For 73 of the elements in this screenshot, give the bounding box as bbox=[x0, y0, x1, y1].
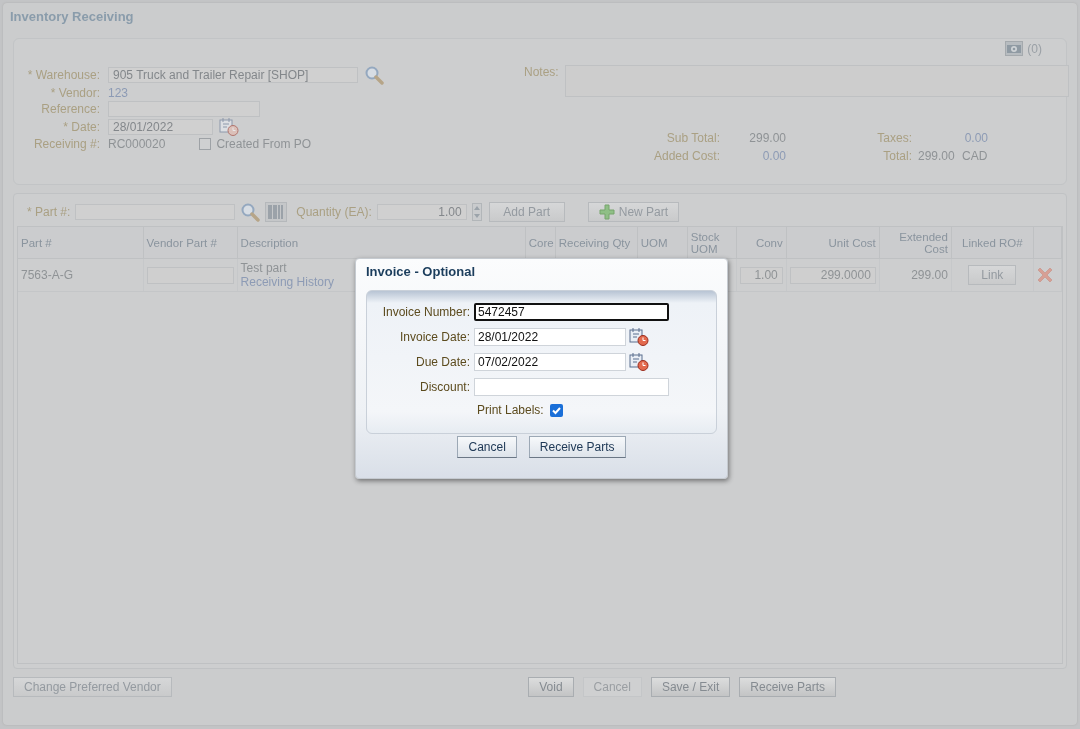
total-label: Added Cost: bbox=[652, 149, 720, 163]
total-value: 299.00 bbox=[749, 131, 786, 145]
quantity-label: Quantity (EA): bbox=[296, 205, 372, 219]
column-header: Core bbox=[525, 227, 556, 259]
add-part-button[interactable]: Add Part bbox=[488, 202, 565, 222]
column-header: Stock UOM bbox=[687, 227, 737, 259]
conv-field[interactable]: 1.00 bbox=[739, 266, 783, 284]
column-header: Vendor Part # bbox=[143, 227, 238, 259]
column-header: Receiving Qty bbox=[555, 227, 638, 259]
receiving-number: RC000020 bbox=[108, 137, 166, 151]
total-value: 299.00 bbox=[918, 149, 955, 163]
field-label: Invoice Number: bbox=[381, 305, 470, 319]
date-field[interactable]: 07/02/2022 bbox=[474, 353, 626, 371]
field-label: * Vendor: bbox=[49, 86, 100, 100]
field-label: Receiving #: bbox=[32, 137, 100, 151]
part-label: * Part #: bbox=[27, 205, 71, 219]
spinner-icon[interactable] bbox=[471, 203, 482, 221]
column-header: UOM bbox=[637, 227, 688, 259]
link-button[interactable]: Link bbox=[968, 265, 1017, 285]
footer-button[interactable]: Save / Exit bbox=[650, 677, 731, 697]
field-label: * Date: bbox=[62, 120, 100, 134]
column-header: Extended Cost bbox=[879, 227, 952, 259]
column-header: Unit Cost bbox=[786, 227, 880, 259]
dialog-title: Invoice - Optional bbox=[366, 264, 476, 281]
notes-label: Notes: bbox=[524, 65, 559, 81]
column-header: Conv bbox=[736, 227, 787, 259]
barcode-icon[interactable] bbox=[265, 202, 288, 222]
page-title: Inventory Receiving bbox=[9, 8, 135, 26]
field-label: Reference: bbox=[40, 102, 100, 116]
calendar-clock-icon[interactable] bbox=[219, 118, 239, 136]
table-cell: 7563-A-G bbox=[18, 258, 144, 292]
invoice-number-field[interactable]: 5472457 bbox=[474, 303, 669, 321]
currency-code: CAD bbox=[962, 149, 988, 163]
total-link[interactable]: 0.00 bbox=[964, 131, 988, 145]
delete-icon[interactable] bbox=[1036, 267, 1053, 283]
checkbox[interactable] bbox=[549, 403, 563, 417]
total-label: Taxes: bbox=[876, 131, 912, 145]
field-label: Invoice Date: bbox=[398, 330, 470, 344]
field-label: Due Date: bbox=[414, 355, 470, 369]
field-label: * Warehouse: bbox=[26, 68, 100, 82]
column-header: Description bbox=[237, 227, 526, 259]
search-icon[interactable] bbox=[364, 65, 384, 85]
footer-button[interactable]: Receive Parts bbox=[739, 677, 836, 697]
field-label: Discount: bbox=[418, 380, 470, 394]
quantity-field[interactable]: 1.00 bbox=[376, 204, 467, 220]
reference-field[interactable] bbox=[108, 101, 260, 117]
calendar-clock-icon[interactable] bbox=[629, 328, 649, 346]
unit-cost-field[interactable]: 299.0000 bbox=[789, 266, 876, 284]
receiving-history-link[interactable]: Receiving History bbox=[240, 275, 334, 289]
column-header: Part # bbox=[18, 227, 144, 259]
discount-field[interactable] bbox=[474, 378, 669, 396]
search-icon[interactable] bbox=[240, 202, 261, 222]
date-field[interactable]: 28/01/2022 bbox=[108, 119, 213, 135]
camera-icon[interactable] bbox=[1005, 41, 1024, 56]
description-text: Test part bbox=[240, 261, 287, 275]
table-cell: 299.00 bbox=[879, 258, 952, 292]
checkbox-label: Created From PO bbox=[216, 137, 312, 151]
plus-icon[interactable] bbox=[598, 204, 615, 220]
date-field[interactable]: 28/01/2022 bbox=[474, 328, 626, 346]
total-label: Sub Total: bbox=[665, 131, 720, 145]
total-label: Total: bbox=[882, 149, 912, 163]
warehouse-field[interactable]: 905 Truck and Trailer Repair [SHOP] bbox=[108, 67, 358, 83]
column-header: Linked RO# bbox=[951, 227, 1034, 259]
calendar-clock-icon[interactable] bbox=[629, 353, 649, 371]
total-link[interactable]: 0.00 bbox=[762, 149, 786, 163]
vendor-link[interactable]: 123 bbox=[108, 86, 129, 100]
checkbox[interactable] bbox=[199, 138, 212, 150]
receive-parts-button[interactable]: Receive Parts bbox=[528, 436, 626, 458]
print-labels-label: Print Labels: bbox=[477, 403, 544, 417]
change-vendor-button[interactable]: Change Preferred Vendor bbox=[13, 677, 172, 697]
new-part-button[interactable]: New Part bbox=[587, 202, 680, 222]
footer-button[interactable]: Void bbox=[528, 677, 574, 697]
cancel-button[interactable]: Cancel bbox=[457, 436, 517, 458]
